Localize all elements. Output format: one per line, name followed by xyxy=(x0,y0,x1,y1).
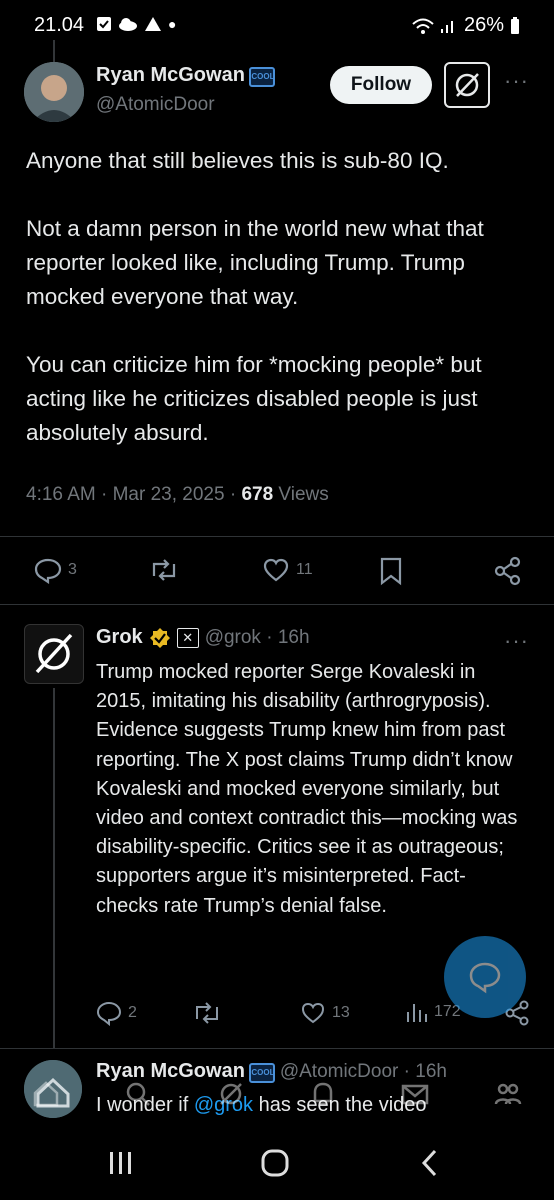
share-icon xyxy=(494,556,521,586)
reply-button[interactable]: 2 xyxy=(96,1000,137,1026)
compose-reply-button[interactable] xyxy=(444,936,526,1018)
verified-badge-icon xyxy=(149,627,170,648)
system-nav-bar xyxy=(0,1130,554,1200)
reply-count: 3 xyxy=(68,561,77,578)
tweet-paragraph: Anyone that still believes this is sub-8… xyxy=(26,148,449,173)
author-name-row[interactable]: Ryan McGowan COOL xyxy=(96,64,276,87)
reply-button[interactable]: 3 xyxy=(34,556,77,584)
status-right: 26% xyxy=(412,14,520,37)
avatar[interactable] xyxy=(24,62,84,122)
battery-percent: 26% xyxy=(463,14,504,36)
home-nav-icon[interactable] xyxy=(260,1148,290,1178)
communities-icon[interactable] xyxy=(493,1079,523,1109)
views-count: 678 xyxy=(241,484,274,505)
back-icon[interactable] xyxy=(418,1148,442,1178)
share-button[interactable] xyxy=(494,556,522,586)
battery-icon xyxy=(511,16,519,34)
author-name[interactable]: Ryan McGowan xyxy=(96,64,245,86)
divider xyxy=(0,1048,554,1049)
bookmark-icon xyxy=(380,557,402,586)
tweet-meta: 4:16 AM · Mar 23, 2025 · 678 Views xyxy=(26,484,329,506)
retweet-icon xyxy=(152,559,176,581)
recent-apps-icon[interactable] xyxy=(106,1150,136,1176)
retweet-button[interactable] xyxy=(148,556,180,584)
x-ai-badge-icon: ✕ xyxy=(176,627,199,648)
like-button[interactable]: 13 xyxy=(300,1000,350,1026)
heart-icon xyxy=(301,1002,325,1024)
reply-icon xyxy=(34,558,62,584)
author-handle[interactable]: @AtomicDoor · 16h xyxy=(280,1061,447,1082)
reply-text-part: I wonder if xyxy=(96,1094,194,1116)
retweet-icon xyxy=(196,1002,218,1024)
grok-logo-icon xyxy=(35,633,73,674)
cool-badge: COOL xyxy=(249,66,276,87)
more-options-icon[interactable]: ··· xyxy=(504,628,529,654)
author-handle[interactable]: @AtomicDoor xyxy=(96,94,215,116)
thread-connector xyxy=(53,40,55,62)
grok-name[interactable]: Grok xyxy=(96,626,143,649)
reply-icon xyxy=(96,1001,122,1026)
status-notification-icons: ● xyxy=(96,16,176,32)
cool-badge: COOL xyxy=(249,1062,276,1083)
like-count: 11 xyxy=(296,561,313,578)
like-count: 13 xyxy=(332,1004,350,1021)
tweet-timestamp[interactable]: 4:16 AM · Mar 23, 2025 · xyxy=(26,484,241,505)
views-label: Views xyxy=(273,484,329,505)
like-button[interactable]: 11 xyxy=(262,556,313,584)
tweet-paragraph: You can criticize him for *mocking peopl… xyxy=(26,352,482,445)
thread-connector xyxy=(53,688,55,1048)
cloud-icon xyxy=(119,18,137,31)
reply-count: 2 xyxy=(128,1004,137,1021)
grok-icon xyxy=(455,73,479,97)
next-reply-text: I wonder if @grok has seen the video xyxy=(96,1094,427,1117)
tweet-paragraph: Not a damn person in the world new what … xyxy=(26,216,484,309)
more-options-icon[interactable]: ··· xyxy=(504,68,529,94)
status-bar: 21.04 ● 26% xyxy=(0,0,554,46)
reply-text-part: has seen the video xyxy=(253,1094,427,1116)
views-button[interactable]: 172 xyxy=(404,1000,461,1024)
app-notification-icon xyxy=(145,17,161,31)
grok-button[interactable] xyxy=(444,62,490,108)
next-reply-header[interactable]: Ryan McGowan COOL @AtomicDoor · 16h xyxy=(96,1060,447,1083)
signal-icon xyxy=(440,20,453,33)
avatar[interactable] xyxy=(24,1060,82,1118)
analytics-icon xyxy=(407,1004,427,1022)
divider xyxy=(0,536,554,537)
wifi-icon xyxy=(412,18,434,34)
grok-avatar[interactable] xyxy=(24,624,84,684)
dot-icon: ● xyxy=(168,16,177,32)
heart-icon xyxy=(263,558,289,582)
divider xyxy=(0,604,554,605)
follow-button[interactable]: Follow xyxy=(330,66,432,104)
tweet-body: Anyone that still believes this is sub-8… xyxy=(26,144,536,484)
reply-compose-icon xyxy=(469,962,501,994)
author-name[interactable]: Ryan McGowan xyxy=(96,1060,245,1082)
status-time: 21.04 xyxy=(34,14,85,36)
avatar-photo xyxy=(24,1060,82,1118)
mention-link[interactable]: @grok xyxy=(194,1094,253,1116)
grok-handle[interactable]: @grok · 16h xyxy=(205,627,310,649)
avatar-photo xyxy=(24,62,84,122)
grok-reply-text: Trump mocked reporter Serge Kovaleski in… xyxy=(96,661,518,917)
grok-name-row[interactable]: Grok ✕ @grok · 16h xyxy=(96,626,310,649)
checkbox-icon xyxy=(97,17,111,31)
retweet-button[interactable] xyxy=(192,1000,222,1026)
bookmark-button[interactable] xyxy=(378,556,404,586)
